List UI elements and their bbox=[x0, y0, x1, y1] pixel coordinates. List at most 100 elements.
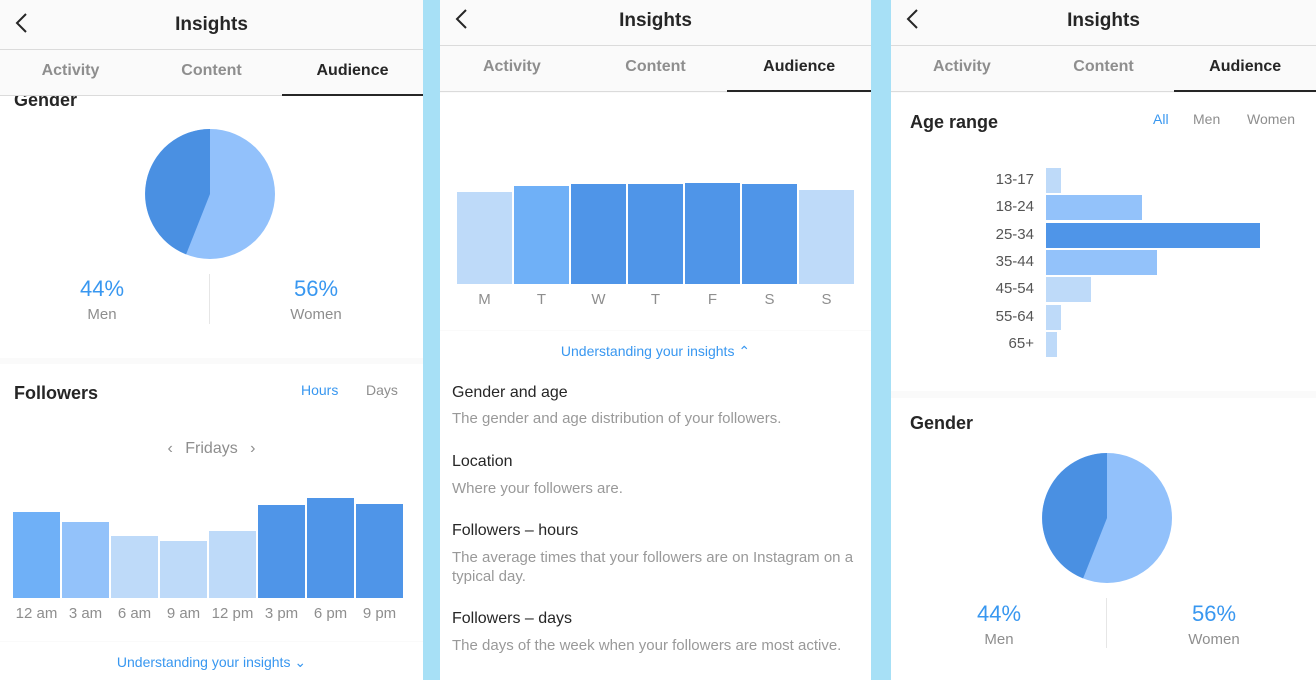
age-bar-55-64 bbox=[1046, 305, 1061, 330]
age-range-card: Age range All Men Women 13-17 18-24 25-34 3… bbox=[891, 93, 1316, 391]
panel-audience-age-gender: Insights Activity Content Audience Age r… bbox=[891, 0, 1316, 680]
filter-women[interactable]: Women bbox=[1247, 111, 1295, 127]
age-tick-label: 65+ bbox=[1008, 335, 1034, 352]
day-tick-label: S bbox=[764, 291, 775, 308]
understanding-link[interactable]: Understanding your insights ⌃ bbox=[440, 343, 871, 360]
header: Insights bbox=[440, 0, 871, 46]
info-card: Understanding your insights ⌃ Gender and… bbox=[440, 331, 871, 680]
followers-title: Followers bbox=[14, 383, 99, 403]
age-tick-label: 55-64 bbox=[995, 308, 1034, 325]
header-title: Insights bbox=[175, 14, 248, 35]
day-tick-label: M bbox=[478, 291, 491, 308]
age-tick-label: 35-44 bbox=[995, 253, 1034, 270]
hour-tick-label: 9 pm bbox=[362, 605, 397, 622]
divider bbox=[1106, 598, 1107, 648]
tab-audience[interactable]: Audience bbox=[282, 50, 423, 96]
hour-tick-label: 12 am bbox=[15, 605, 58, 622]
age-bar-18-24 bbox=[1046, 195, 1142, 220]
gender-card: Gender 44% Men 56% Women bbox=[0, 90, 423, 358]
header: Insights bbox=[891, 0, 1316, 46]
understanding-link-label: Understanding your insights bbox=[116, 654, 291, 670]
day-bar-6 bbox=[799, 190, 854, 284]
tab-audience[interactable]: Audience bbox=[727, 46, 871, 92]
day-tick-label: F bbox=[707, 291, 718, 308]
day-bar-5 bbox=[742, 184, 797, 284]
tab-content[interactable]: Content bbox=[1033, 46, 1175, 91]
header: Insights bbox=[0, 0, 423, 50]
tab-content[interactable]: Content bbox=[584, 46, 728, 91]
tab-activity[interactable]: Activity bbox=[440, 46, 584, 91]
divider bbox=[209, 274, 210, 324]
info-text-followers-days: The days of the week when your followers… bbox=[452, 637, 842, 654]
panel-audience-days-info: Insights Activity Content Audience M T W T F… bbox=[440, 0, 871, 680]
women-label: Women bbox=[290, 306, 342, 323]
info-title-location: Location bbox=[452, 453, 513, 470]
age-bar-13-17 bbox=[1046, 168, 1061, 193]
understanding-link-label: Understanding your insights bbox=[560, 343, 735, 359]
hour-tick-label: 3 pm bbox=[264, 605, 299, 622]
hour-tick-label: 9 am bbox=[166, 605, 201, 622]
followers-days-card: MTWTFSS bbox=[440, 93, 871, 330]
days-toggle[interactable]: Days bbox=[366, 382, 398, 398]
chevron-left-icon[interactable]: ‹ bbox=[167, 440, 172, 457]
hour-bar-0 bbox=[13, 512, 60, 598]
day-tick-label: W bbox=[591, 291, 606, 308]
hour-tick-label: 3 am bbox=[68, 605, 103, 622]
filter-all[interactable]: All bbox=[1153, 111, 1169, 127]
day-bar-3 bbox=[628, 184, 683, 284]
tab-bar: Activity Content Audience bbox=[440, 46, 871, 92]
men-percent: 44% bbox=[976, 601, 1022, 626]
gender-card: Gender 44% Men 56% Women bbox=[891, 398, 1316, 680]
age-tick-label: 25-34 bbox=[995, 226, 1034, 243]
info-text-followers-hours: The average times that your followers ar… bbox=[452, 549, 854, 585]
age-tick-label: 18-24 bbox=[995, 198, 1034, 215]
info-title-followers-days: Followers – days bbox=[452, 610, 573, 627]
info-title-gender-age: Gender and age bbox=[452, 384, 568, 401]
tab-activity[interactable]: Activity bbox=[0, 50, 141, 95]
day-selector-label: Fridays bbox=[185, 440, 238, 457]
gender-pie-chart bbox=[145, 129, 275, 259]
hour-bar-6 bbox=[307, 498, 354, 598]
tab-bar: Activity Content Audience bbox=[891, 46, 1316, 92]
understanding-footer: Understanding your insights ⌄ bbox=[0, 642, 423, 680]
day-tick-label: T bbox=[536, 291, 547, 308]
age-range-title: Age range bbox=[910, 112, 999, 132]
day-tick-label: S bbox=[821, 291, 832, 308]
day-bar-2 bbox=[571, 184, 626, 284]
chevron-down-icon: ⌄ bbox=[294, 654, 307, 670]
age-bar-45-54 bbox=[1046, 277, 1091, 302]
followers-card: Followers Hours Days ‹ Fridays › 12 am 3 … bbox=[0, 364, 423, 641]
filter-men[interactable]: Men bbox=[1193, 111, 1220, 127]
women-percent: 56% bbox=[293, 276, 339, 301]
hour-tick-label: 6 pm bbox=[313, 605, 348, 622]
women-percent: 56% bbox=[1191, 601, 1237, 626]
men-label: Men bbox=[87, 306, 117, 323]
info-title-followers-hours: Followers – hours bbox=[452, 522, 579, 539]
tab-audience[interactable]: Audience bbox=[1174, 46, 1316, 92]
hours-toggle[interactable]: Hours bbox=[301, 382, 338, 398]
hour-bar-1 bbox=[62, 522, 109, 598]
hour-bar-4 bbox=[209, 531, 256, 598]
chevron-up-icon: ⌃ bbox=[738, 343, 751, 359]
hour-bar-7 bbox=[356, 504, 403, 598]
day-bar-0 bbox=[457, 192, 512, 284]
info-text-location: Where your followers are. bbox=[452, 480, 623, 497]
age-tick-label: 45-54 bbox=[995, 280, 1034, 297]
tab-activity[interactable]: Activity bbox=[891, 46, 1033, 91]
tab-content[interactable]: Content bbox=[141, 50, 282, 95]
age-bar-25-34 bbox=[1046, 223, 1260, 248]
panel-audience-gender-followers: Gender 44% Men 56% Women Followers Hours… bbox=[0, 0, 423, 680]
gender-title: Gender bbox=[910, 413, 974, 433]
hour-bar-3 bbox=[160, 541, 207, 598]
chevron-right-icon[interactable]: › bbox=[250, 440, 255, 457]
age-tick-label: 13-17 bbox=[995, 171, 1034, 188]
understanding-link[interactable]: Understanding your insights ⌄ bbox=[0, 654, 423, 671]
day-bar-1 bbox=[514, 186, 569, 284]
hour-bar-5 bbox=[258, 505, 305, 598]
day-selector: ‹ Fridays › bbox=[0, 440, 423, 458]
age-bar-35-44 bbox=[1046, 250, 1157, 275]
men-percent: 44% bbox=[79, 276, 125, 301]
men-label: Men bbox=[984, 631, 1014, 648]
info-text-gender-age: The gender and age distribution of your … bbox=[452, 410, 782, 427]
hour-bar-2 bbox=[111, 536, 158, 598]
